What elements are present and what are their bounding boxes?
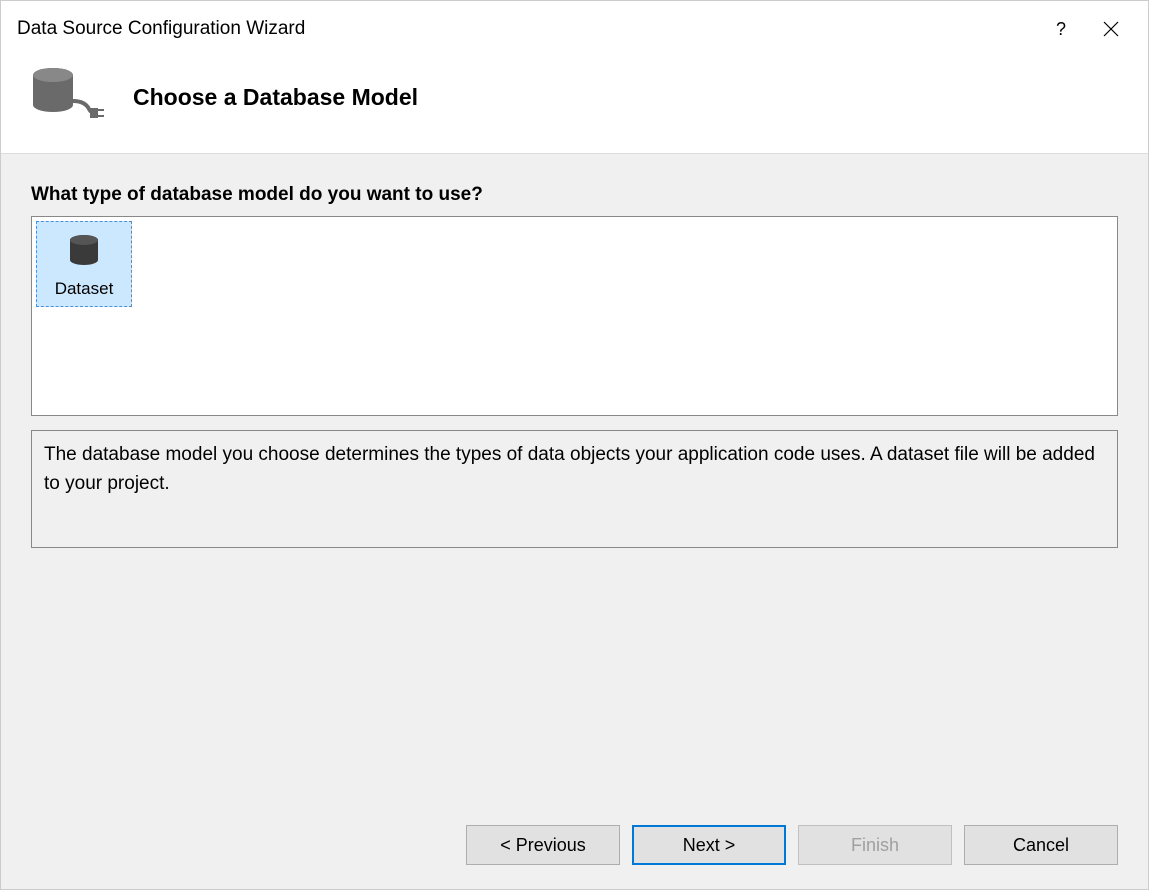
wizard-footer: < Previous Next > Finish Cancel [1,805,1148,889]
titlebar: Data Source Configuration Wizard ? [1,1,1148,49]
previous-button[interactable]: < Previous [466,825,620,865]
model-item-label: Dataset [55,279,114,299]
wizard-content: What type of database model do you want … [1,153,1148,805]
next-button[interactable]: Next > [632,825,786,865]
cancel-button[interactable]: Cancel [964,825,1118,865]
model-list[interactable]: Dataset [31,216,1118,416]
question-label: What type of database model do you want … [31,184,1118,206]
finish-button: Finish [798,825,952,865]
description-box: The database model you choose determines… [31,430,1118,548]
model-item-dataset[interactable]: Dataset [36,221,132,307]
wizard-header: Choose a Database Model [1,49,1148,153]
page-title: Choose a Database Model [133,84,418,111]
titlebar-controls: ? [1056,19,1132,40]
database-icon [64,230,104,275]
window-title: Data Source Configuration Wizard [17,18,305,40]
help-icon[interactable]: ? [1056,19,1066,40]
close-icon[interactable] [1102,20,1120,38]
database-plug-icon [25,65,105,129]
